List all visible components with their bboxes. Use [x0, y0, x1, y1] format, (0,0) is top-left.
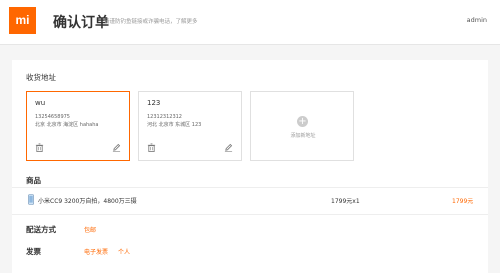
goods-section-title: 商品 — [26, 176, 41, 185]
invoice-section-title: 发票 — [26, 247, 41, 256]
order-panel: 收货地址 wu 13254658975 北京 北京市 海淀区 hahaha 12… — [12, 60, 488, 273]
user-name[interactable]: admin — [467, 16, 487, 24]
address-name: 123 — [147, 99, 161, 107]
address-detail: 河北 北京市 东城区 123 — [147, 122, 202, 128]
edit-pencil-icon[interactable] — [224, 143, 233, 152]
add-address-label: 添加新地址 — [290, 133, 316, 139]
trash-icon[interactable] — [35, 143, 44, 152]
address-name: wu — [35, 99, 46, 107]
edit-pencil-icon[interactable] — [112, 143, 121, 152]
address-detail: 北京 北京市 海淀区 hahaha — [35, 122, 99, 128]
phone-thumbnail-icon — [28, 194, 34, 205]
address-card-123[interactable]: 123 12312312312 河北 北京市 东城区 123 — [138, 91, 242, 161]
product-price-qty: 1799元x1 — [331, 198, 360, 205]
delivery-section-title: 配送方式 — [26, 225, 56, 234]
address-section-title: 收货地址 — [26, 73, 56, 82]
plus-icon: + — [297, 116, 308, 127]
goods-bottom-divider — [12, 214, 488, 215]
invoice-option-personal[interactable]: 个人 — [118, 247, 130, 256]
add-address-button[interactable]: + 添加新地址 — [250, 91, 354, 161]
address-phone: 12312312312 — [147, 114, 182, 120]
goods-divider — [12, 187, 488, 188]
delivery-option-free-shipping[interactable]: 包邮 — [84, 225, 96, 234]
address-card-wu[interactable]: wu 13254658975 北京 北京市 海淀区 hahaha — [26, 91, 130, 161]
product-total: 1799元 — [452, 198, 474, 205]
invoice-option-electronic[interactable]: 电子发票 — [84, 247, 108, 256]
page-header: mi 确认订单 请谨防钓鱼链接或诈骗电话，了解更多 admin — [0, 0, 500, 45]
page-subtitle: 请谨防钓鱼链接或诈骗电话，了解更多 — [104, 19, 198, 25]
product-name: 小米CC9 3200万自拍，4800万三摄 — [38, 198, 137, 205]
mi-logo[interactable]: mi — [9, 7, 36, 34]
page-title: 确认订单 — [53, 15, 109, 31]
trash-icon[interactable] — [147, 143, 156, 152]
address-phone: 13254658975 — [35, 114, 70, 120]
